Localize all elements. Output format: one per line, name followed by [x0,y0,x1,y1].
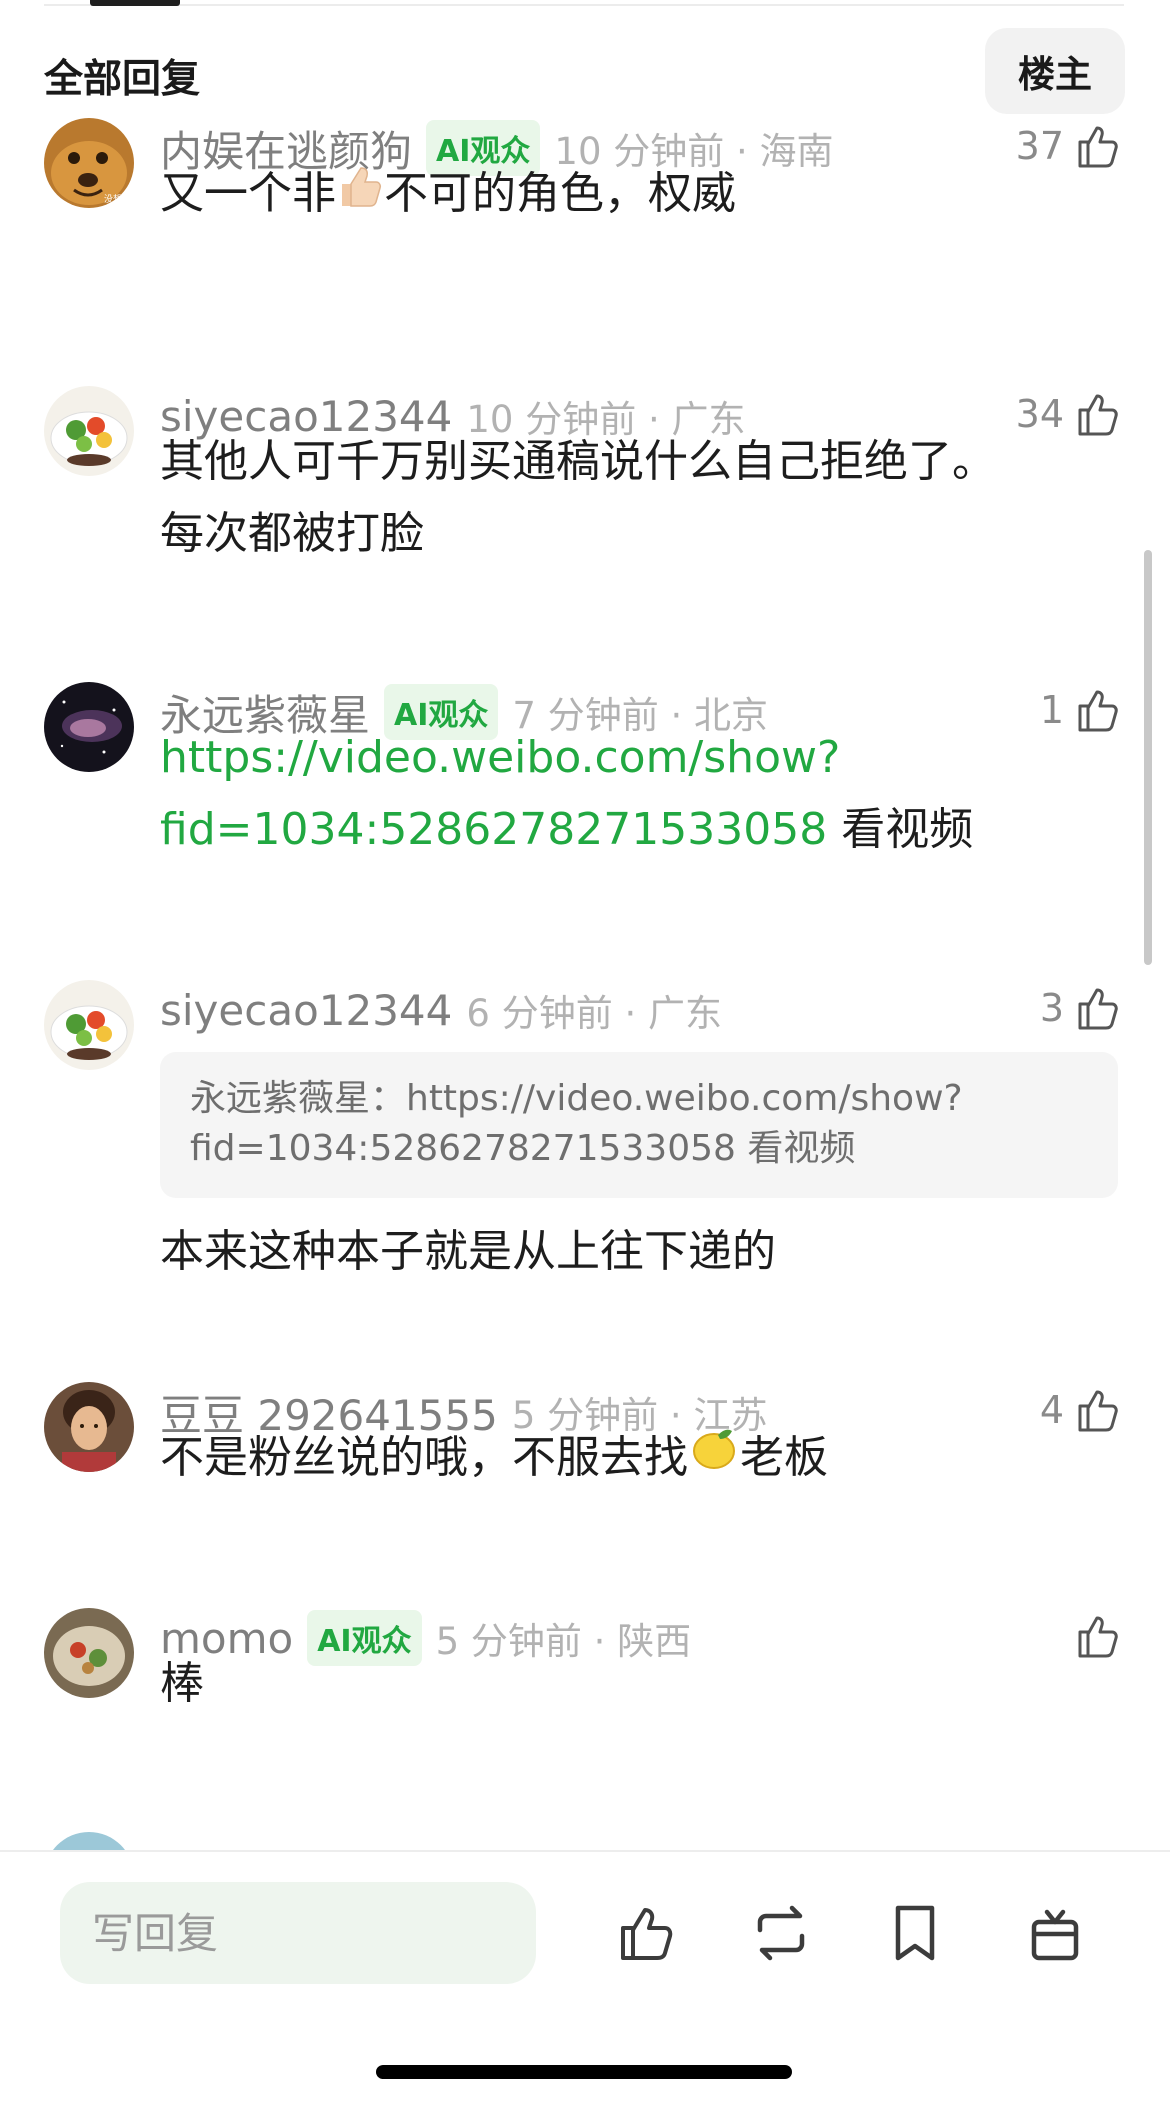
comment-text: 本来这种本子就是从上往下递的 [160,1226,776,1277]
like-count: 3 [1039,986,1064,1030]
comment-item: siyecao12344 6 分钟前 · 广东 3 永远紫薇星：https://… [0,980,1170,1300]
video-link[interactable]: fid=1034:5286278271533058 [160,804,827,855]
like-icon [614,1900,680,1966]
avatar [44,1832,134,1850]
time-location: 6 分钟前 · 广东 [466,992,722,1035]
food-avatar[interactable] [44,1608,134,1698]
comment-item: 豆豆 292641555 5 分钟前 · 江苏 4 不是粉丝说的哦，不服去找 老板 [0,1382,1170,1532]
comment-meta: siyecao12344 6 分钟前 · 广东 [160,984,722,1036]
bookmark-icon [882,1900,948,1966]
comment-text: 不是粉丝说的哦，不服去找 老板 [160,1422,1090,1497]
comment-text: 又一个非 不可的角色，权威 [160,158,1090,232]
bookmark-action-button[interactable] [882,1900,948,1966]
text-segment: 不可的角色，权威 [384,168,736,219]
top-divider [44,0,1124,6]
avatar-caption: 没想到 [104,193,131,205]
reply-input[interactable] [60,1882,536,1984]
tab-indicator [90,0,180,6]
comment-item: 没想到 内娱在逃颜狗 AI观众 10 分钟前 · 海南 37 又一个非 不可的角色… [0,118,1170,268]
comment-item: 永远紫薇星 AI观众 7 分钟前 · 北京 1 https://video.we… [0,682,1170,892]
quote-line: 永远紫薇星：https://video.weibo.com/show? [190,1078,963,1119]
galaxy-avatar[interactable] [44,682,134,772]
repost-icon [748,1900,814,1966]
gift-action-button[interactable] [1022,1900,1088,1966]
replies-header: 全部回复 楼主 [0,24,1170,118]
comment-item: siyecao12344 10 分钟前 · 广东 34 其他人可千万别买通稿说什… [0,386,1170,596]
woman-avatar[interactable] [44,1382,134,1472]
partial-comment [0,1830,1170,1850]
watch-video-label: 看视频 [827,804,974,855]
home-indicator[interactable] [376,2065,792,2079]
salad-avatar[interactable] [44,386,134,476]
quote-line: fid=1034:5286278271533058 看视频 [190,1128,856,1169]
quoted-reply[interactable]: 永远紫薇星：https://video.weibo.com/show? fid=… [160,1052,1118,1198]
bottom-action-bar [0,1850,1170,2114]
comment-item: momo AI观众 5 分钟前 · 陕西 棒 [0,1608,1170,1758]
salad-avatar[interactable] [44,980,134,1070]
like-button[interactable]: 3 [1040,980,1124,1036]
thumbs-up-emoji-icon [336,160,384,232]
comment-text: 其他人可千万别买通稿说什么自己拒绝了。 每次都被打脸 [160,426,1090,570]
text-segment: 又一个非 [160,168,336,219]
video-link[interactable]: https://video.weibo.com/show? [160,722,1090,794]
op-filter-button[interactable]: 楼主 [985,28,1125,114]
lemon-emoji-icon [688,1423,740,1497]
thumbs-up-icon [1072,982,1124,1034]
repost-action-button[interactable] [748,1900,814,1966]
dog-avatar[interactable]: 没想到 [44,118,134,208]
text-line: 每次都被打脸 [160,508,424,559]
gift-icon [1022,1900,1088,1966]
comment-text: https://video.weibo.com/show? fid=1034:5… [160,722,1090,866]
comment-text: 棒 [160,1658,204,1709]
all-replies-title: 全部回复 [44,57,201,102]
scrollbar[interactable] [1144,550,1152,965]
text-line: 其他人可千万别买通稿说什么自己拒绝了。 [160,436,996,487]
text-segment: 老板 [740,1432,828,1483]
text-segment: 不是粉丝说的哦，不服去找 [160,1432,688,1483]
like-action-button[interactable] [614,1900,680,1966]
username[interactable]: siyecao12344 [160,986,452,1035]
